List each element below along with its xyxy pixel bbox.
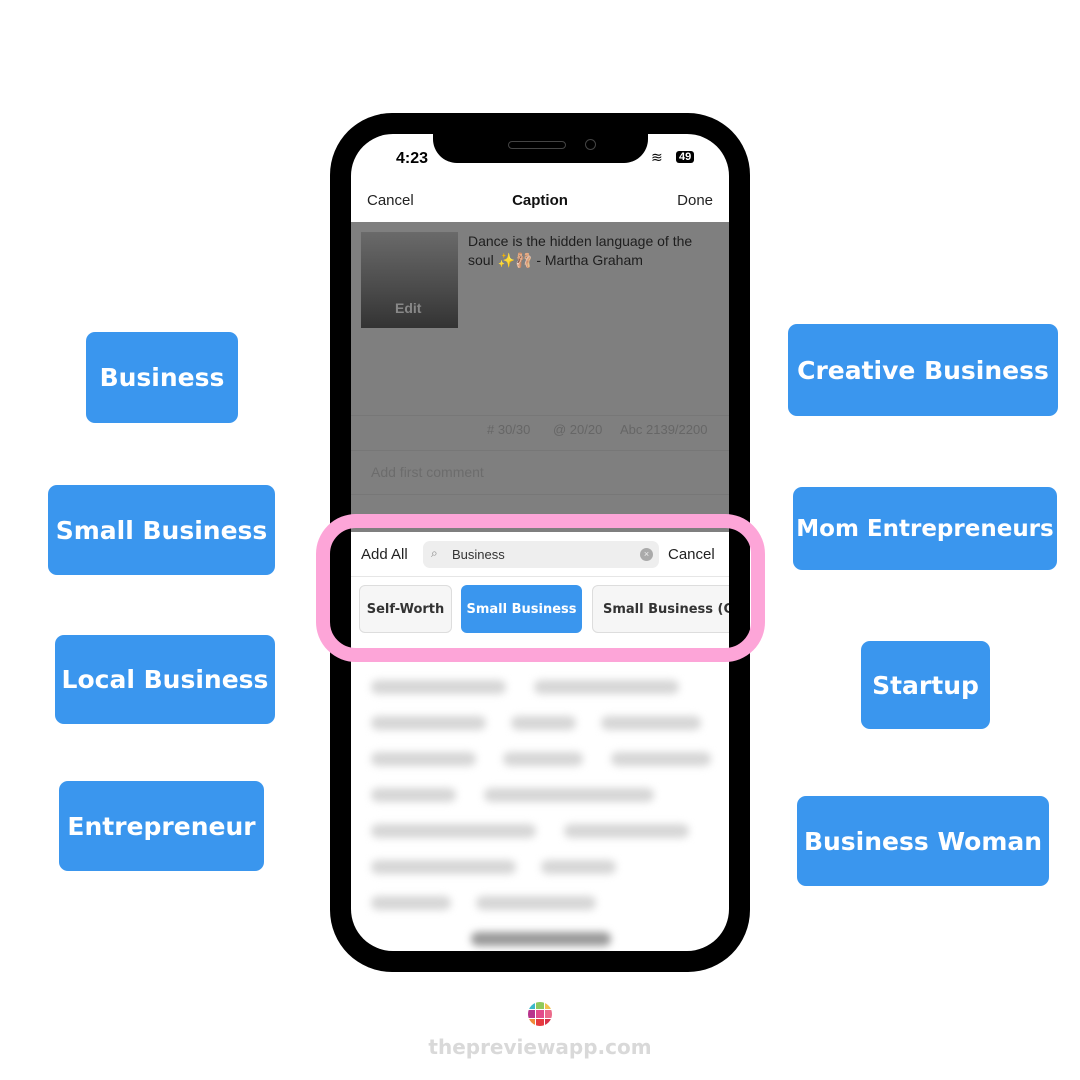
tag-label-entrepreneur: Entrepreneur (59, 781, 264, 871)
footer-site: thepreviewapp.com (428, 1035, 652, 1059)
tag-label-local-business: Local Business (55, 635, 275, 724)
phone-notch (433, 113, 648, 163)
post-thumbnail[interactable]: Edit (361, 232, 458, 328)
tag-label-mom-entrepreneurs: Mom Entrepreneurs (793, 487, 1057, 570)
first-comment-input[interactable]: Add first comment (371, 464, 484, 480)
camera (585, 139, 596, 150)
character-count: Abc 2139/2200 (620, 422, 708, 437)
done-button[interactable]: Done (677, 192, 713, 209)
divider (351, 450, 729, 451)
dimmed-caption-area: Edit Dance is the hidden language of the… (351, 222, 729, 532)
edit-thumbnail-label[interactable]: Edit (395, 300, 421, 316)
tag-label-business: Business (86, 332, 238, 423)
battery-icon: 49 (676, 151, 695, 163)
app-logo-icon (528, 1002, 552, 1026)
tag-label-creative-business: Creative Business (788, 324, 1058, 416)
tag-label-business-woman: Business Woman (797, 796, 1049, 886)
speaker (508, 141, 566, 149)
mention-count: @ 20/20 (553, 422, 603, 437)
hashtag-count: # 30/30 (487, 422, 531, 437)
divider (351, 494, 729, 495)
tag-label-small-business: Small Business (48, 485, 275, 575)
page-title: Caption (512, 192, 568, 209)
caption-text[interactable]: Dance is the hidden language of the soul… (468, 232, 713, 270)
tag-label-startup: Startup (861, 641, 990, 729)
wifi-icon: ≋ (651, 149, 663, 165)
status-time: 4:23 (396, 150, 429, 167)
divider (351, 415, 729, 416)
highlight-frame (316, 514, 765, 662)
